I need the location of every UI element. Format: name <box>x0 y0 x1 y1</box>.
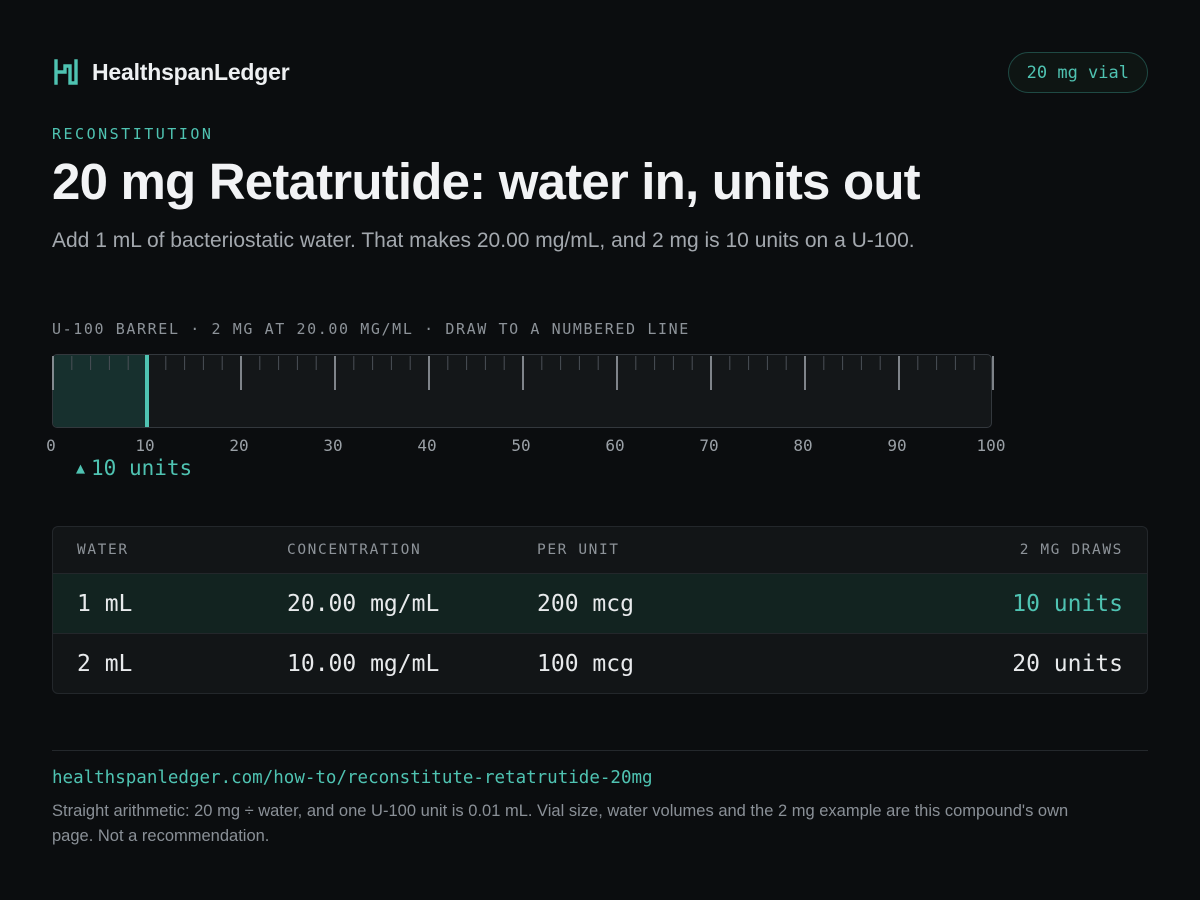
header-per-unit: PER UNIT <box>537 542 620 558</box>
syringe-scale: 0 10 20 30 40 50 60 70 80 90 100 <box>46 355 1006 455</box>
tick-label: 70 <box>699 436 718 455</box>
cell-water: 1 mL <box>77 590 133 617</box>
tick-label: 50 <box>511 436 530 455</box>
tick-label: 60 <box>605 436 624 455</box>
cell-per-unit: 100 mcg <box>537 650 634 677</box>
section-eyebrow: RECONSTITUTION <box>52 125 214 143</box>
table-row[interactable]: 2 mL 10.00 mg/mL 100 mcg 20 units <box>53 633 1147 693</box>
dilution-table: WATER CONCENTRATION PER UNIT 2 MG DRAWS … <box>52 526 1148 694</box>
cell-draws: 20 units <box>1012 650 1123 677</box>
tick-label: 90 <box>887 436 906 455</box>
footer-disclaimer: Straight arithmetic: 20 mg ÷ water, and … <box>52 802 1069 845</box>
dose-marker-label: 10 units <box>91 456 193 480</box>
tick-label: 20 <box>229 436 248 455</box>
hl-monogram-icon <box>54 59 78 85</box>
header-water: WATER <box>77 542 129 558</box>
triangle-up-icon: ▲ <box>76 459 86 477</box>
cell-concentration: 20.00 mg/mL <box>287 590 440 617</box>
cell-draws: 10 units <box>1012 590 1123 617</box>
tick-label: 40 <box>417 436 436 455</box>
cell-concentration: 10.00 mg/mL <box>287 650 440 677</box>
tick-label: 10 <box>135 436 154 455</box>
footer-divider <box>52 750 1148 751</box>
page-title: 20 mg Retatrutide: water in, units out <box>52 153 921 210</box>
page-subtitle: Add 1 mL of bacteriostatic water. That m… <box>52 229 915 252</box>
header-draws: 2 MG DRAWS <box>1019 542 1123 558</box>
cell-water: 2 mL <box>77 650 133 677</box>
header-concentration: CONCENTRATION <box>287 542 422 558</box>
table-header-row: WATER CONCENTRATION PER UNIT 2 MG DRAWS <box>53 527 1147 573</box>
brand-name: HealthspanLedger <box>92 58 290 85</box>
brand[interactable]: HealthspanLedger <box>54 58 290 86</box>
tick-label: 0 <box>46 436 56 455</box>
table-row[interactable]: 1 mL 20.00 mg/mL 200 mcg 10 units <box>53 573 1147 633</box>
syringe-caption: U-100 BARREL · 2 MG AT 20.00 MG/ML · DRA… <box>52 320 690 338</box>
source-link[interactable]: healthspanledger.com/how-to/reconstitute… <box>52 768 653 788</box>
dose-marker: ▲ 10 units <box>76 456 192 480</box>
vial-size-badge: 20 mg vial <box>1007 52 1148 93</box>
tick-label: 80 <box>793 436 812 455</box>
cell-per-unit: 200 mcg <box>537 590 634 617</box>
tick-label: 30 <box>323 436 342 455</box>
tick-label: 100 <box>977 436 1006 455</box>
